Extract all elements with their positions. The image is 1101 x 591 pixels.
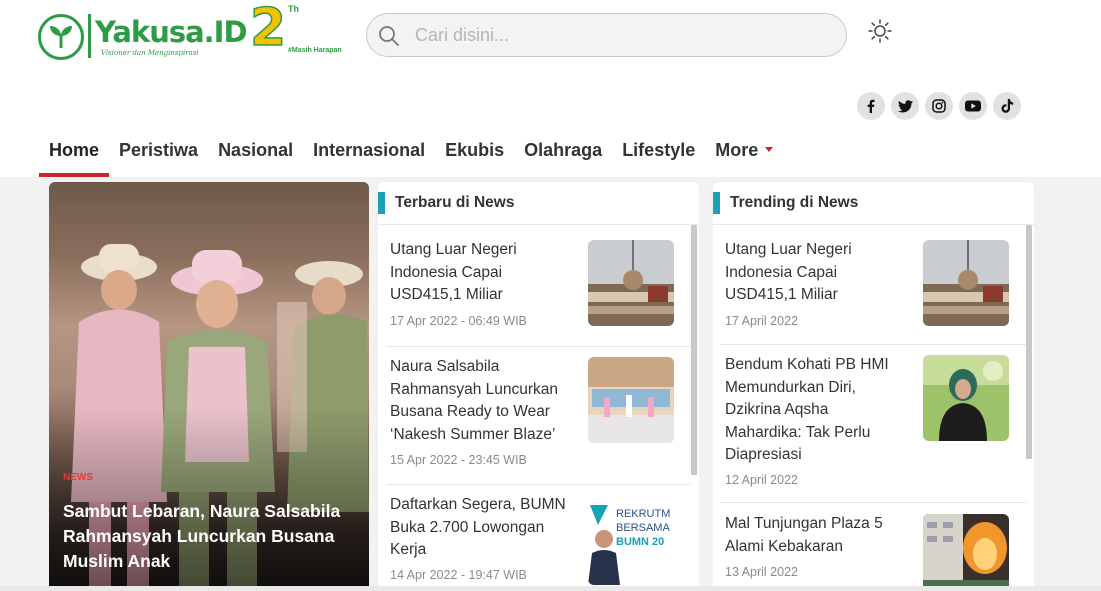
thumb-text-2: BERSAMA <box>616 522 670 534</box>
main-nav: Home Peristiwa Nasional Internasional Ek… <box>39 129 783 177</box>
page-bottom-edge <box>0 586 1101 591</box>
item-date: 17 Apr 2022 - 06:49 WIB <box>390 314 527 328</box>
item-title[interactable]: Naura Salsabila Rahmansyah Luncurkan Bus… <box>390 356 570 446</box>
item-title[interactable]: Daftarkan Segera, BUMN Buka 2.700 Lowong… <box>390 494 570 562</box>
header-divider <box>713 224 1034 225</box>
logo-divider <box>88 14 91 58</box>
nav-ekubis[interactable]: Ekubis <box>435 129 514 177</box>
item-divider <box>721 502 1026 503</box>
item-date: 13 April 2022 <box>725 565 798 579</box>
nav-nasional[interactable]: Nasional <box>208 129 303 177</box>
thumb-text-1: REKRUTM <box>616 508 670 520</box>
section-marker <box>378 192 385 214</box>
item-divider <box>386 484 691 485</box>
section-marker <box>713 192 720 214</box>
nav-peristiwa[interactable]: Peristiwa <box>109 129 208 177</box>
search-input[interactable] <box>415 22 825 48</box>
item-thumbnail[interactable] <box>923 514 1009 591</box>
item-divider <box>386 346 691 347</box>
tiktok-icon[interactable] <box>993 92 1021 120</box>
latest-news-title: Terbaru di News <box>395 194 515 211</box>
trending-news-panel: Trending di News Utang Luar Negeri Indon… <box>713 182 1034 591</box>
item-divider <box>721 344 1026 345</box>
hero-category[interactable]: NEWS <box>63 472 93 483</box>
youtube-icon[interactable] <box>959 92 987 120</box>
item-thumbnail[interactable] <box>923 355 1009 441</box>
scrollbar-thumb[interactable] <box>1026 225 1032 459</box>
nav-home[interactable]: Home <box>39 129 110 177</box>
nav-more[interactable]: More <box>705 129 783 177</box>
trending-news-title: Trending di News <box>730 194 859 211</box>
scrollbar-thumb[interactable] <box>691 225 697 475</box>
logo-wordmark: Yakusa.ID <box>95 15 248 49</box>
anniversary-badge: 2 Th #Masih Harapan <box>248 0 341 62</box>
latest-news-header: Terbaru di News <box>378 192 699 214</box>
instagram-icon[interactable] <box>925 92 953 120</box>
nav-more-label: More <box>715 140 759 160</box>
item-title[interactable]: Utang Luar Negeri Indonesia Capai USD415… <box>725 239 905 307</box>
item-date: 14 Apr 2022 - 19:47 WIB <box>390 568 527 582</box>
item-title[interactable]: Bendum Kohati PB HMI Memundurkan Diri, D… <box>725 354 905 467</box>
item-date: 17 April 2022 <box>725 314 798 328</box>
nav-lifestyle[interactable]: Lifestyle <box>612 129 705 177</box>
item-date: 15 Apr 2022 - 23:45 WIB <box>390 453 527 467</box>
header-divider <box>378 224 699 225</box>
search-icon <box>379 26 399 46</box>
logo-emblem-icon <box>38 14 84 60</box>
latest-news-panel: Terbaru di News Utang Luar Negeri Indone… <box>378 182 699 591</box>
item-title[interactable]: Utang Luar Negeri Indonesia Capai USD415… <box>390 239 570 307</box>
site-logo[interactable]: Yakusa.ID Visioner dan Menginspirasi 2 T… <box>38 0 342 62</box>
search-box[interactable] <box>366 13 847 57</box>
caret-down-icon <box>765 146 774 152</box>
item-date: 12 April 2022 <box>725 473 798 487</box>
item-thumbnail[interactable] <box>588 357 674 443</box>
facebook-icon[interactable] <box>857 92 885 120</box>
nav-internasional[interactable]: Internasional <box>303 129 435 177</box>
trending-news-header: Trending di News <box>713 192 1034 214</box>
anniversary-tag: #Masih Harapan <box>288 47 342 54</box>
site-header: Yakusa.ID Visioner dan Menginspirasi 2 T… <box>0 0 1101 177</box>
anniversary-suffix: Th <box>288 4 299 14</box>
hero-article[interactable]: NEWS Sambut Lebaran, Naura Salsabila Rah… <box>49 182 369 591</box>
logo-tagline: Visioner dan Menginspirasi <box>101 49 199 57</box>
nav-olahraga[interactable]: Olahraga <box>514 129 612 177</box>
hero-title[interactable]: Sambut Lebaran, Naura Salsabila Rahmansy… <box>63 499 353 574</box>
sun-icon[interactable] <box>867 18 893 44</box>
social-links <box>857 92 1021 120</box>
item-thumbnail[interactable] <box>588 240 674 326</box>
anniversary-number: 2 <box>249 0 287 58</box>
item-thumbnail[interactable]: REKRUTM BERSAMA BUMN 20 <box>588 499 674 585</box>
item-thumbnail[interactable] <box>923 240 1009 326</box>
item-title[interactable]: Mal Tunjungan Plaza 5 Alami Kebakaran <box>725 513 905 558</box>
twitter-icon[interactable] <box>891 92 919 120</box>
thumb-text-3: BUMN 20 <box>616 536 664 548</box>
